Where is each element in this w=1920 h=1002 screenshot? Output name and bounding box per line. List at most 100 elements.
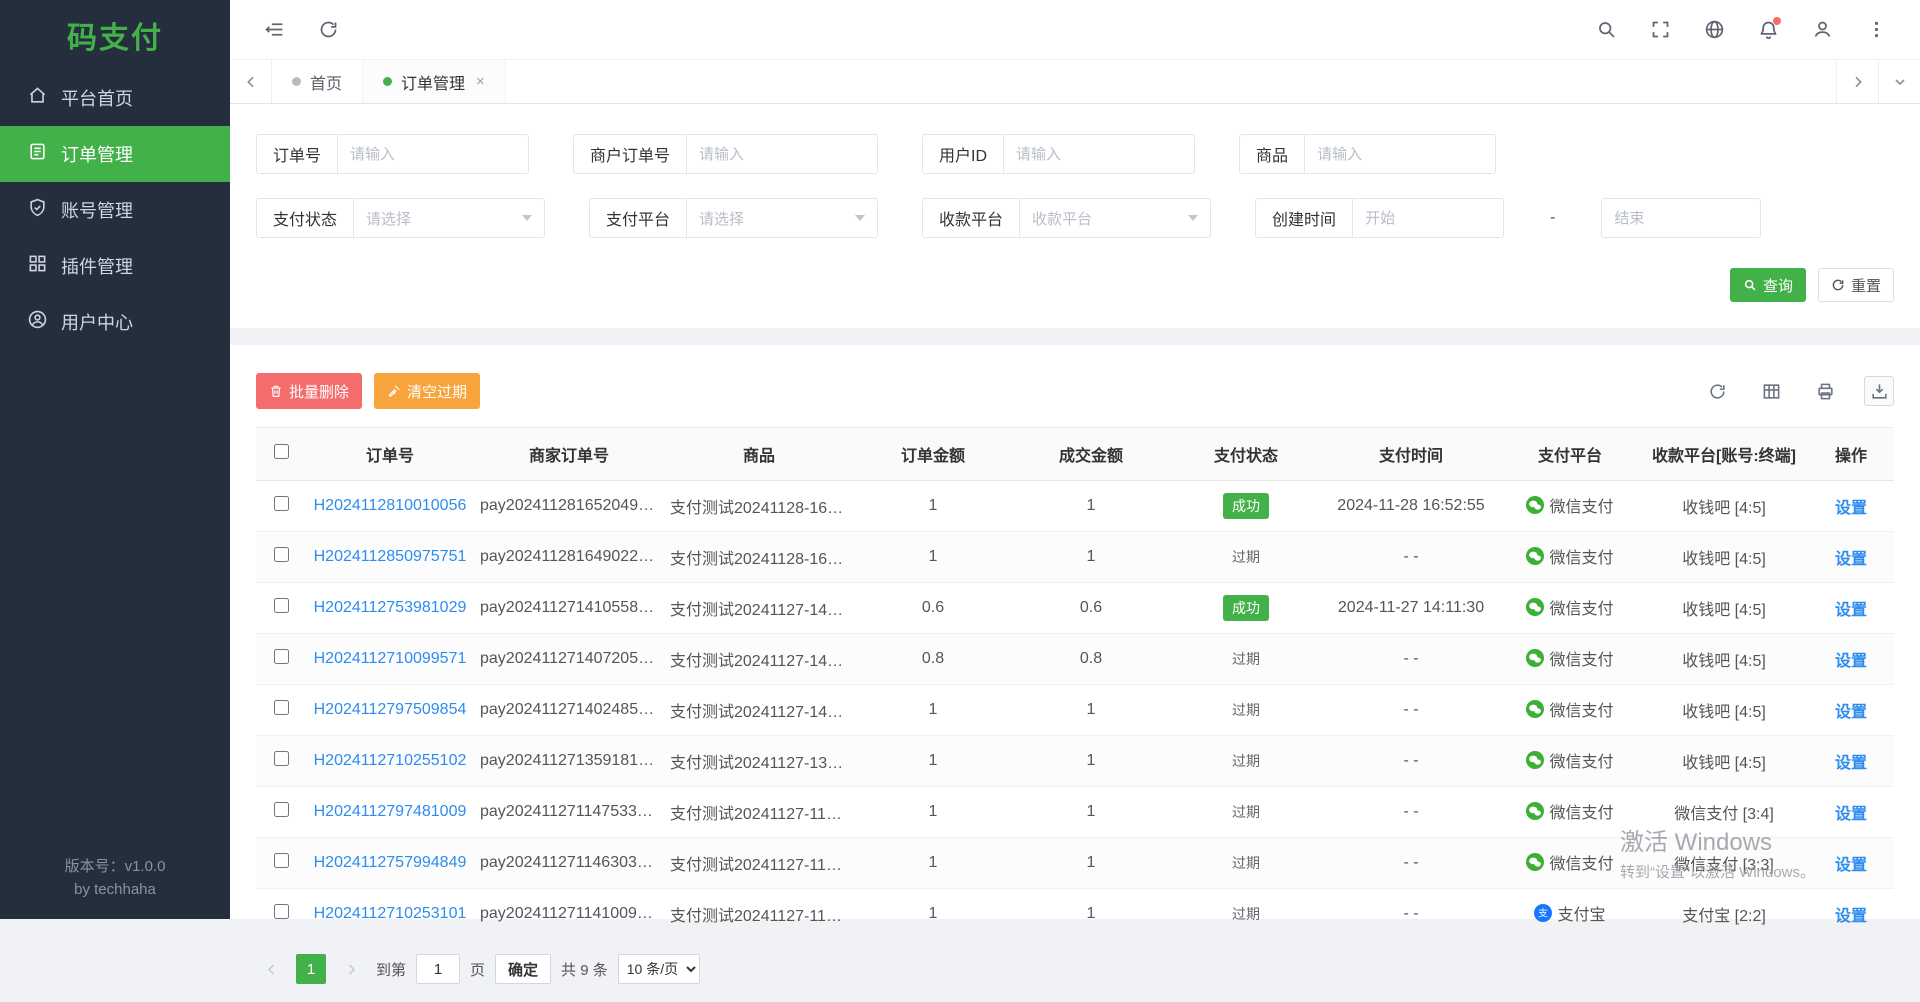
merchant-order-no-cell: pay2024112816490225... [474,532,664,583]
row-settings-link[interactable]: 设置 [1835,755,1867,772]
user-avatar-icon[interactable] [1804,12,1840,48]
filter-row-2: 支付状态 请选择 支付平台 请选择 收款平台 [256,198,1894,238]
product-cell: 支付测试20241127-141... [664,583,854,634]
paid-amount-cell: 1 [1012,532,1170,583]
row-settings-link[interactable]: 设置 [1835,908,1867,925]
filter-user-id: 用户ID [922,134,1195,174]
row-checkbox[interactable] [274,598,289,613]
filter-label: 收款平台 [923,199,1020,237]
chevron-down-icon [855,215,865,221]
language-globe-icon[interactable] [1696,12,1732,48]
order-no-link[interactable]: H2024112797481009 [314,803,467,820]
notification-bell-icon[interactable] [1750,12,1786,48]
product-cell: 支付测试20241128-164... [664,532,854,583]
clear-expired-button[interactable]: 清空过期 [374,373,480,409]
search-icon[interactable] [1588,12,1624,48]
next-page-icon[interactable] [336,954,366,984]
tab-close-icon[interactable]: × [476,73,485,90]
refresh-page-icon[interactable] [310,12,346,48]
batch-delete-button[interactable]: 批量删除 [256,373,362,409]
current-page[interactable]: 1 [296,954,326,984]
pay-time-cell: 2024-11-27 14:11:30 [1322,583,1500,634]
row-checkbox[interactable] [274,496,289,511]
row-settings-link[interactable]: 设置 [1835,551,1867,568]
product-input[interactable] [1305,135,1495,173]
order-no-link[interactable]: H2024112797509854 [314,701,467,718]
row-checkbox[interactable] [274,700,289,715]
order-amount-cell: 1 [854,889,1012,940]
row-settings-link[interactable]: 设置 [1835,857,1867,874]
table-row: H2024112797481009 pay202411271147533581 … [256,787,1894,838]
export-icon[interactable] [1864,376,1894,406]
product-cell: 支付测试20241127-114... [664,838,854,889]
order-no-link[interactable]: H2024112710253101 [314,905,467,922]
order-no-link[interactable]: H2024112757994849 [314,854,467,871]
status-badge: 过期 [1232,904,1260,924]
row-settings-link[interactable]: 设置 [1835,500,1867,517]
row-settings-link[interactable]: 设置 [1835,806,1867,823]
user-id-input[interactable] [1004,135,1194,173]
row-checkbox[interactable] [274,853,289,868]
tabs-scroll-left-icon[interactable] [230,60,272,103]
order-amount-cell: 0.6 [854,583,1012,634]
table-refresh-icon[interactable] [1702,376,1732,406]
select-placeholder: 请选择 [699,208,744,229]
filter-label: 商户订单号 [574,135,687,173]
prev-page-icon[interactable] [256,954,286,984]
wechat-pay-icon [1526,700,1544,718]
order-no-link[interactable]: H2024112710099571 [314,650,467,667]
sidebar-item-accounts[interactable]: 账号管理 [0,182,230,238]
tabs-dropdown-icon[interactable] [1878,60,1920,103]
row-checkbox[interactable] [274,649,289,664]
row-select-cell [256,634,306,685]
filter-collection-platform: 收款平台 收款平台 [922,198,1211,238]
search-button[interactable]: 查询 [1730,268,1806,302]
order-no-input[interactable] [338,135,528,173]
tab-order-management[interactable]: 订单管理 × [363,60,506,103]
sidebar-item-user-center[interactable]: 用户中心 [0,294,230,350]
col-pay-platform: 支付平台 [1500,428,1640,481]
order-no-link[interactable]: H2024112710255102 [314,752,467,769]
select-all-checkbox[interactable] [274,444,289,459]
row-settings-link[interactable]: 设置 [1835,653,1867,670]
goto-confirm-button[interactable]: 确定 [495,954,551,984]
order-no-link[interactable]: H2024112810010056 [314,497,467,514]
row-checkbox[interactable] [274,751,289,766]
sidebar-item-home[interactable]: 平台首页 [0,70,230,126]
row-checkbox[interactable] [274,802,289,817]
tab-label: 订单管理 [401,70,465,94]
row-select-cell [256,481,306,532]
columns-filter-icon[interactable] [1756,376,1786,406]
date-end-input[interactable] [1601,198,1761,238]
goto-page-input[interactable] [416,954,460,984]
collapse-sidebar-icon[interactable] [256,12,292,48]
content: 订单号 商户订单号 用户ID 商品 [230,104,1920,919]
row-checkbox[interactable] [274,547,289,562]
sidebar-item-orders[interactable]: 订单管理 [0,126,230,182]
paid-amount-cell: 1 [1012,838,1170,889]
status-badge: 过期 [1232,751,1260,771]
sidebar-item-plugins[interactable]: 插件管理 [0,238,230,294]
per-page-select[interactable]: 10 条/页 [618,954,700,984]
print-icon[interactable] [1810,376,1840,406]
reset-button[interactable]: 重置 [1818,268,1894,302]
wechat-pay-icon [1526,853,1544,871]
order-no-link[interactable]: H2024112753981029 [314,599,467,616]
filter-create-time: 创建时间 [1255,198,1504,238]
more-menu-icon[interactable] [1858,12,1894,48]
merchant-order-no-input[interactable] [687,135,877,173]
row-settings-link[interactable]: 设置 [1835,602,1867,619]
pay-status-select[interactable]: 请选择 [354,199,544,237]
tabs-scroll-right-icon[interactable] [1836,60,1878,103]
tab-home[interactable]: 首页 [272,60,363,103]
pay-platform-select[interactable]: 请选择 [687,199,877,237]
order-list-icon [28,142,47,166]
fullscreen-icon[interactable] [1642,12,1678,48]
row-checkbox[interactable] [274,904,289,919]
order-no-link[interactable]: H2024112850975751 [314,548,467,565]
collection-platform-cell: 收钱吧 [4:5] [1640,634,1808,685]
row-settings-link[interactable]: 设置 [1835,704,1867,721]
collection-platform-select[interactable]: 收款平台 [1020,199,1210,237]
date-start-input[interactable] [1353,199,1503,237]
filter-panel: 订单号 商户订单号 用户ID 商品 [230,104,1920,328]
